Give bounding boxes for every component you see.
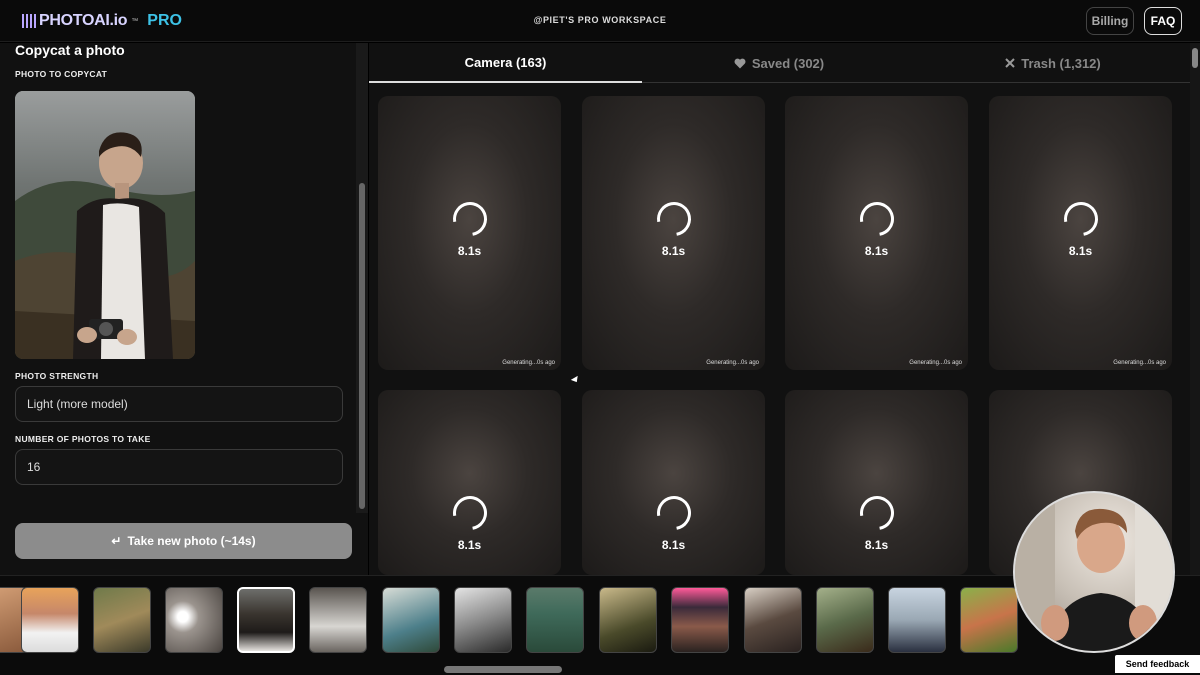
copycat-form: Copycat a photo PHOTO TO COPYCAT PHOTO S…	[0, 43, 356, 513]
presenter-video-illustration	[1015, 493, 1173, 651]
loading-spinner-icon	[852, 489, 901, 537]
loading-spinner-icon	[852, 195, 901, 243]
loading-spinner-icon	[649, 195, 698, 243]
thumbnail[interactable]	[599, 587, 657, 653]
tab-camera[interactable]: Camera (163)	[369, 43, 642, 83]
thumbnail[interactable]	[165, 587, 223, 653]
tab-saved-label: Saved (302)	[751, 55, 825, 71]
workspace-title: @PIET'S PRO WORKSPACE	[533, 15, 667, 25]
take-new-photo-label: Take new photo (~14s)	[127, 534, 256, 548]
take-new-photo-button[interactable]: ↵ Take new photo (~14s)	[15, 523, 352, 559]
generating-photo-card[interactable]: 8.1s Generating...0s ago	[785, 96, 968, 370]
thumbnail-strip-scrollbar[interactable]	[444, 666, 562, 673]
x-icon	[1005, 58, 1015, 68]
photo-strength-select[interactable]: Light (more model)	[15, 386, 343, 422]
gallery-scrollbar-thumb[interactable]	[1192, 48, 1198, 68]
generating-status: Generating...0s ago	[1113, 360, 1166, 366]
thumbnail[interactable]	[309, 587, 367, 653]
thumbnail[interactable]	[526, 587, 584, 653]
tab-saved[interactable]: Saved (302)	[642, 43, 916, 83]
generating-status: Generating...0s ago	[909, 360, 962, 366]
heart-icon	[734, 58, 746, 68]
generating-status: Generating...0s ago	[502, 360, 555, 366]
tab-trash[interactable]: Trash (1,312)	[916, 43, 1190, 83]
thumbnail[interactable]	[21, 587, 79, 653]
generating-photo-card[interactable]: 8.1s	[582, 390, 765, 575]
generating-photo-card[interactable]: 8.1s	[785, 390, 968, 575]
thumbnail[interactable]	[744, 587, 802, 653]
generation-timer: 8.1s	[661, 244, 686, 258]
generating-status: Generating...0s ago	[706, 360, 759, 366]
loading-spinner-icon	[649, 489, 698, 537]
loading-spinner-icon	[1056, 195, 1105, 243]
panel-title: Copycat a photo	[15, 43, 125, 58]
thumbnail-selected[interactable]	[237, 587, 295, 653]
copycat-photo-illustration	[15, 91, 195, 359]
loading-spinner-icon	[445, 489, 494, 537]
thumbnail[interactable]	[93, 587, 151, 653]
thumbnail[interactable]	[960, 587, 1018, 653]
left-scrollbar-thumb[interactable]	[359, 183, 365, 509]
faq-button[interactable]: FAQ	[1144, 7, 1182, 35]
tab-trash-label: Trash (1,312)	[1021, 55, 1101, 71]
copycat-panel: Copycat a photo PHOTO TO COPYCAT PHOTO S…	[0, 43, 368, 575]
generation-timer: 8.1s	[661, 538, 686, 552]
billing-button[interactable]: Billing	[1086, 7, 1134, 35]
thumbnail[interactable]	[454, 587, 512, 653]
photo-strength-label: PHOTO STRENGTH	[15, 371, 99, 381]
generating-photo-card[interactable]: 8.1s Generating...0s ago	[582, 96, 765, 370]
copycat-source-photo[interactable]	[15, 91, 195, 359]
photo-to-copycat-label: PHOTO TO COPYCAT	[15, 69, 108, 79]
generation-timer: 8.1s	[457, 538, 482, 552]
number-of-photos-label: NUMBER OF PHOTOS TO TAKE	[15, 434, 151, 444]
send-feedback-button[interactable]: Send feedback	[1115, 655, 1200, 673]
webcam-overlay	[1013, 491, 1175, 653]
generation-timer: 8.1s	[864, 538, 889, 552]
generation-timer: 8.1s	[457, 244, 482, 258]
generating-photo-card[interactable]: 8.1s	[378, 390, 561, 575]
gallery-tabs: Camera (163) Saved (302) Trash (1,312)	[369, 43, 1190, 83]
app-header: PHOTOAI.io ™ PRO @PIET'S PRO WORKSPACE B…	[0, 0, 1200, 42]
loading-spinner-icon	[445, 195, 494, 243]
generating-photo-card[interactable]: 8.1s Generating...0s ago	[378, 96, 561, 370]
thumbnail[interactable]	[382, 587, 440, 653]
generation-timer: 8.1s	[1068, 244, 1093, 258]
gallery-scrollbar-track[interactable]	[1190, 43, 1200, 575]
number-of-photos-input[interactable]: 16	[15, 449, 343, 485]
return-icon: ↵	[111, 534, 122, 548]
thumbnail[interactable]	[888, 587, 946, 653]
generating-photo-card[interactable]: 8.1s Generating...0s ago	[989, 96, 1172, 370]
tab-camera-label: Camera (163)	[464, 54, 547, 70]
generation-timer: 8.1s	[864, 244, 889, 258]
thumbnail[interactable]	[671, 587, 729, 653]
thumbnail[interactable]	[816, 587, 874, 653]
